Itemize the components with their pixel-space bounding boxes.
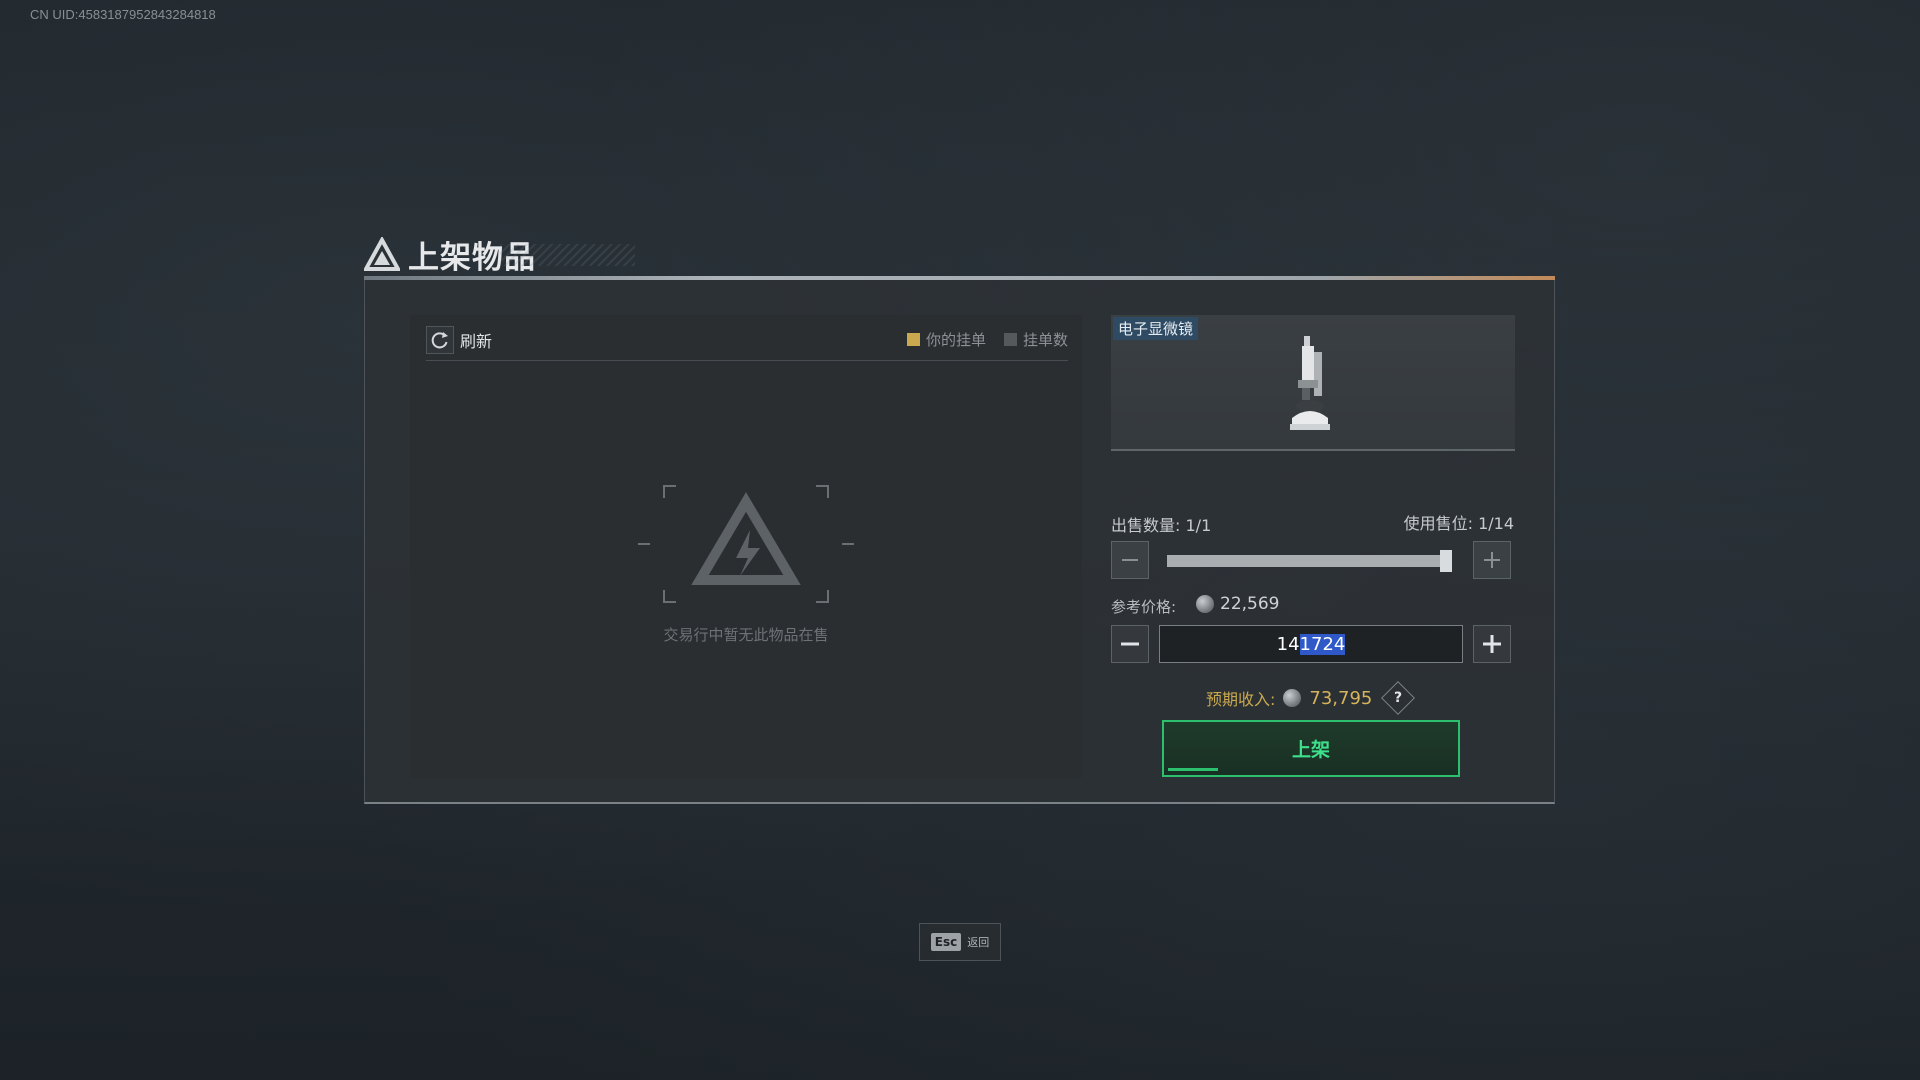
panel-divider — [426, 360, 1068, 361]
legend-label: 你的挂单 — [925, 331, 986, 349]
list-button-label: 上架 — [1291, 739, 1330, 761]
price-text: 14 — [1276, 633, 1300, 655]
item-name-tag: 电子显微镜 — [1113, 317, 1199, 340]
plus-icon — [1483, 635, 1501, 653]
quantity-increase-button[interactable] — [1473, 541, 1511, 579]
coin-icon — [1283, 689, 1302, 707]
player-uid: CN UID:4583187952843284818 — [30, 7, 216, 22]
slider-fill — [1167, 555, 1452, 567]
price-decrease-button[interactable] — [1111, 625, 1149, 663]
help-symbol: ? — [1394, 690, 1403, 706]
microscope-icon — [1290, 336, 1330, 430]
empty-state-graphic — [636, 478, 856, 610]
refresh-label: 刷新 — [460, 332, 493, 351]
reference-price-value: 22,569 — [1220, 594, 1280, 614]
back-button[interactable]: Esc 返回 — [919, 923, 1001, 961]
list-item-button[interactable]: 上架 — [1162, 720, 1460, 777]
back-label: 返回 — [967, 936, 990, 949]
legend-your-orders: 你的挂单 — [906, 329, 986, 350]
quantity-readout: 出售数量: 1/1 — [1111, 512, 1211, 536]
logo-icon — [364, 236, 400, 271]
quantity-slider[interactable] — [1167, 550, 1452, 572]
price-increase-button[interactable] — [1473, 625, 1511, 663]
refresh-button[interactable]: 刷新 — [426, 324, 492, 356]
quantity-decrease-button[interactable] — [1111, 541, 1149, 579]
refresh-icon — [426, 326, 454, 354]
slider-handle[interactable] — [1440, 550, 1452, 572]
price-selected-text: 1724 — [1299, 633, 1346, 655]
minus-icon — [1121, 642, 1139, 646]
expected-income-value: 73,795 — [1309, 687, 1373, 709]
price-input[interactable]: 14 1724 — [1159, 625, 1463, 663]
legend-order-count: 挂单数 — [1003, 329, 1068, 350]
slot-readout: 使用售位: 1/14 — [1404, 510, 1514, 534]
market-legend: 你的挂单 挂单数 — [906, 329, 1068, 350]
quantity-label: 出售数量: — [1111, 516, 1181, 535]
legend-swatch-gray — [1003, 333, 1017, 346]
slot-value: 1/14 — [1478, 514, 1514, 533]
legend-label: 挂单数 — [1022, 331, 1068, 349]
expected-income-label: 预期收入: — [1206, 690, 1276, 709]
slot-label: 使用售位: — [1403, 514, 1473, 533]
coin-icon — [1196, 595, 1214, 613]
reference-price-label: 参考价格: — [1111, 598, 1177, 616]
quantity-value: 1/1 — [1185, 516, 1212, 535]
empty-state-text: 交易行中暂无此物品在售 — [663, 626, 829, 644]
plus-icon — [1484, 552, 1500, 568]
title-decoration — [500, 244, 635, 266]
expected-income: 预期收入: 73,795 ? — [1206, 681, 1416, 715]
help-icon[interactable]: ? — [1381, 681, 1416, 715]
minus-icon — [1122, 559, 1138, 561]
reference-price: 22,569 — [1196, 594, 1279, 614]
legend-swatch-gold — [906, 333, 920, 346]
button-accent-bar — [1168, 768, 1218, 771]
esc-key-hint: Esc — [930, 933, 962, 951]
